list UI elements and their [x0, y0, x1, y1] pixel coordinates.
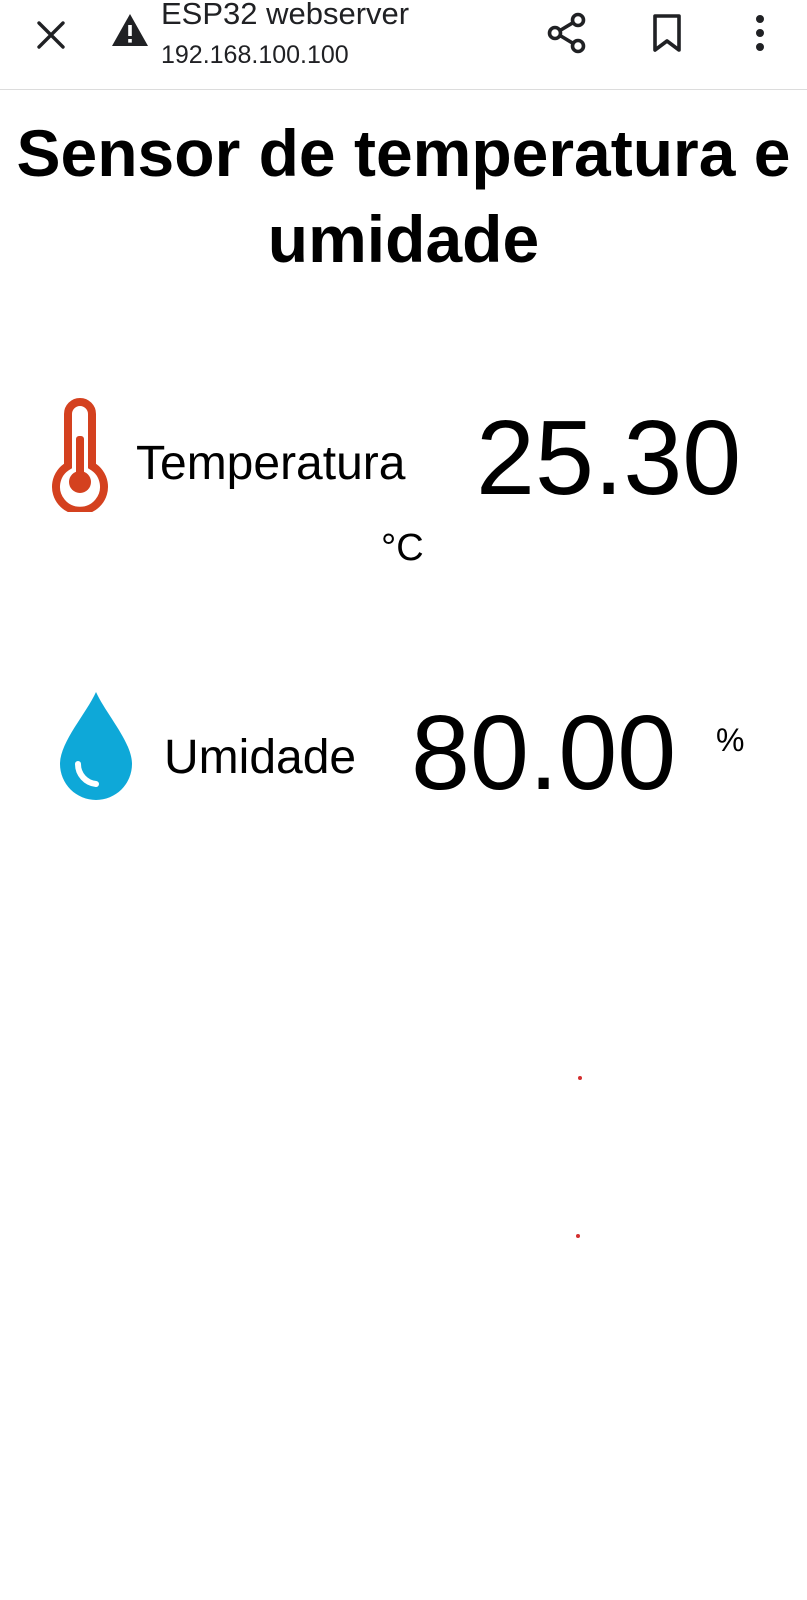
page-heading: Sensor de temperatura e umidade	[16, 116, 791, 276]
temperature-label: Temperatura	[136, 437, 406, 490]
bookmark-button[interactable]	[644, 10, 690, 56]
water-drop-icon	[60, 692, 132, 800]
page-title: ESP32 webserver	[161, 0, 410, 31]
url-text[interactable]: 192.168.100.100	[161, 40, 349, 70]
humidity-label: Umidade	[164, 731, 357, 784]
more-vert-icon	[756, 15, 764, 51]
share-button[interactable]	[542, 8, 592, 58]
bookmark-icon	[653, 14, 681, 52]
artifact-dot	[576, 1234, 580, 1238]
warning-icon[interactable]	[110, 12, 150, 48]
browser-toolbar: ESP32 webserver 192.168.100.100	[0, 0, 807, 90]
more-options-button[interactable]	[742, 10, 778, 56]
close-button[interactable]	[28, 12, 74, 58]
humidity-unit: %	[716, 722, 745, 758]
thermometer-icon	[52, 398, 108, 512]
humidity-value: 80.00	[411, 694, 677, 812]
temperature-unit: °C	[381, 527, 424, 569]
close-icon	[37, 21, 65, 49]
temperature-value: 25.30	[476, 399, 742, 517]
artifact-dot	[578, 1076, 582, 1080]
share-icon	[547, 12, 586, 54]
